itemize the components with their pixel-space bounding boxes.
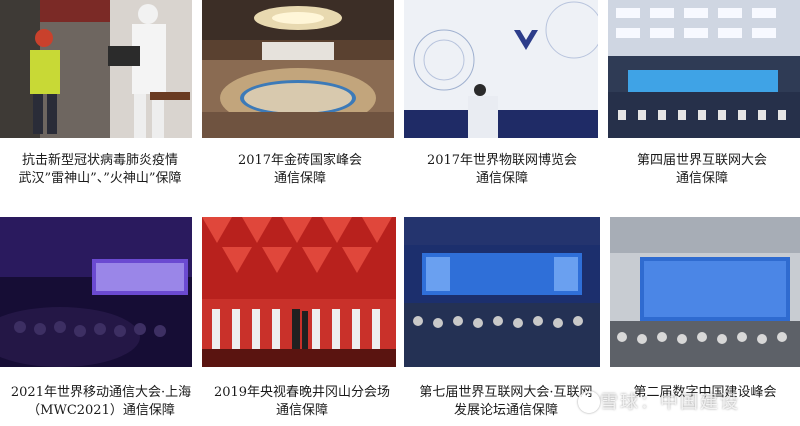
watermark: 雪球：中国建设: [600, 392, 740, 413]
photo-world-internet-conference: [608, 0, 800, 138]
photo-brics-summit: [202, 0, 394, 138]
photo-mwc-shanghai: [0, 217, 192, 367]
caption-brics-summit: 2017年金砖国家峰会 通信保障: [237, 153, 363, 186]
caption-mwc-shanghai: 2021年世界移动通信大会·上海 （MWC2021）通信保障: [10, 385, 192, 418]
watermark-logo-icon: [578, 391, 600, 413]
caption-world-internet-conference: 第四届世界互联网大会 通信保障: [636, 153, 767, 186]
caption-epidemic-support: 抗击新型冠状病毒肺炎疫情 武汉”雷神山”、”火神山”保障: [18, 153, 182, 186]
photo-iot-expo: [404, 0, 598, 138]
caption-cctv-gala: 2019年央视春晚井冈山分会场 通信保障: [213, 385, 391, 418]
photo-digital-china-summit: [610, 217, 800, 367]
photo-internet-forum: [404, 217, 600, 367]
photo-cctv-gala: [202, 217, 396, 367]
caption-iot-expo: 2017年世界物联网博览会 通信保障: [426, 153, 578, 186]
photo-epidemic-support: [0, 0, 192, 138]
